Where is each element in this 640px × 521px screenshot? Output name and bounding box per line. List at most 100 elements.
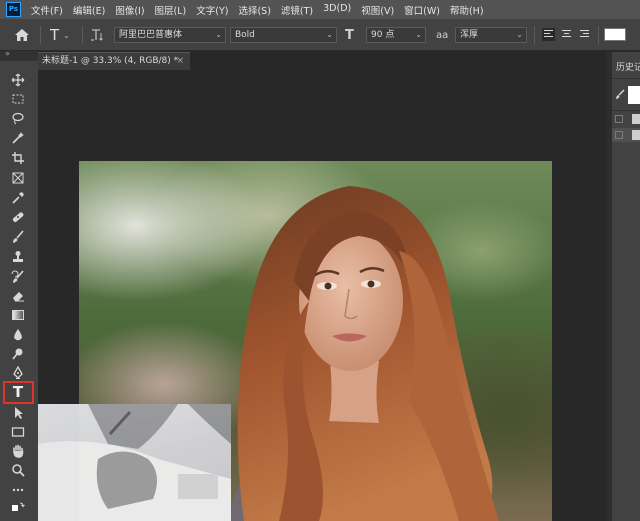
clone-stamp-tool[interactable]	[8, 248, 28, 266]
hand-tool[interactable]	[8, 442, 28, 460]
menu-item[interactable]: 窗口(W)	[399, 3, 445, 17]
dodge-icon	[12, 348, 23, 360]
toolbar-header[interactable]: »	[0, 49, 38, 61]
marquee-icon	[12, 94, 24, 104]
font-size-icon-glyph: T	[345, 27, 354, 43]
font-style-value: Bold	[235, 30, 255, 40]
color-swap-icon	[12, 502, 25, 511]
menu-item[interactable]: 文件(F)	[26, 3, 68, 17]
menu-items: 文件(F) 编辑(E) 图像(I) 图层(L) 文字(Y) 选择(S) 滤镜(T) 3D(D)…	[26, 3, 489, 17]
gradient-icon	[12, 310, 24, 320]
align-right-button[interactable]	[578, 28, 591, 41]
document-icon	[632, 130, 640, 140]
brush-tool[interactable]	[8, 228, 28, 246]
collapse-icon: »	[5, 49, 10, 58]
history-state-row[interactable]	[612, 128, 640, 142]
history-panel: 历史记	[612, 52, 640, 521]
move-tool[interactable]	[8, 71, 28, 89]
font-size-value: 90 点	[371, 30, 395, 40]
menu-item[interactable]: 视图(V)	[356, 3, 399, 17]
eraser-tool[interactable]	[8, 287, 28, 305]
marquee-tool[interactable]	[8, 90, 28, 108]
options-bar: T ⌄ 阿里巴巴普惠体 ⌄ Bold ⌄ T 90 点 ⌄ aa 浑厚 ⌄	[0, 19, 640, 51]
separator	[598, 26, 599, 44]
history-panel-title: 历史记	[616, 63, 640, 73]
chevron-down-icon: ⌄	[215, 30, 222, 39]
close-icon[interactable]: ×	[176, 53, 184, 69]
lasso-tool[interactable]	[8, 109, 28, 127]
chevron-down-icon: ⌄	[63, 30, 70, 40]
history-snapshot-thumbnail[interactable]	[628, 86, 640, 104]
frame-icon	[12, 172, 24, 184]
rectangle-tool[interactable]	[8, 423, 28, 441]
home-button[interactable]	[14, 19, 30, 51]
more-dots-icon	[12, 488, 24, 492]
font-family-value: 阿里巴巴普惠体	[119, 30, 183, 40]
pen-icon	[13, 365, 23, 379]
menu-item[interactable]: 选择(S)	[233, 3, 275, 17]
active-tool-highlight	[3, 381, 34, 404]
font-family-select[interactable]: 阿里巴巴普惠体 ⌄	[114, 27, 226, 43]
history-brush-tool[interactable]	[8, 268, 28, 286]
antialias-icon: aa	[436, 19, 448, 51]
tool-preset-picker[interactable]: T ⌄	[50, 19, 70, 51]
divider	[612, 110, 640, 111]
gradient-tool[interactable]	[8, 306, 28, 324]
checkbox[interactable]	[615, 131, 623, 139]
align-center-icon	[562, 30, 571, 39]
separator	[534, 26, 535, 44]
font-size-select[interactable]: 90 点 ⌄	[366, 27, 426, 43]
chevron-down-icon: ⌄	[326, 30, 333, 39]
arrow-cursor-icon	[15, 407, 23, 419]
align-center-button[interactable]	[560, 28, 573, 41]
text-orientation-icon	[91, 29, 103, 41]
lasso-icon	[12, 112, 24, 125]
document-icon	[632, 114, 640, 124]
antialias-select[interactable]: 浑厚 ⌄	[455, 27, 527, 43]
frame-tool[interactable]	[8, 169, 28, 187]
bandage-icon	[12, 212, 24, 222]
history-brush-source-icon[interactable]	[615, 89, 626, 103]
checkbox[interactable]	[615, 115, 623, 123]
menu-item[interactable]: 图像(I)	[110, 3, 149, 17]
toolbar: T	[0, 61, 38, 521]
toggle-orientation-button[interactable]	[90, 19, 104, 51]
zoom-tool[interactable]	[8, 461, 28, 479]
brush-icon	[13, 230, 24, 243]
document-tab-title: 未标题-1 @ 33.3% (4, RGB/8) *	[42, 56, 179, 66]
foreground-background-colors[interactable]	[8, 499, 28, 517]
menu-item[interactable]: 图层(L)	[150, 3, 192, 17]
healing-brush-tool[interactable]	[8, 208, 28, 226]
crop-tool[interactable]	[8, 149, 28, 167]
history-panel-tab[interactable]: 历史记	[612, 60, 640, 76]
menu-item[interactable]: 3D(D)	[318, 3, 356, 17]
type-tool-icon: T	[50, 26, 60, 44]
path-selection-tool[interactable]	[8, 404, 28, 422]
separator	[40, 26, 41, 44]
history-brush-icon	[11, 270, 24, 283]
menu-item[interactable]: 文字(Y)	[191, 3, 233, 17]
menu-item[interactable]: 编辑(E)	[68, 3, 110, 17]
dodge-tool[interactable]	[8, 345, 28, 363]
crop-icon	[12, 152, 24, 164]
menu-item[interactable]: 滤镜(T)	[276, 3, 318, 17]
chevron-down-icon: ⌄	[415, 30, 422, 39]
text-color-swatch[interactable]	[604, 28, 626, 41]
document-tab[interactable]: 未标题-1 @ 33.3% (4, RGB/8) * ×	[38, 52, 190, 70]
align-left-button[interactable]	[542, 28, 555, 41]
font-style-select[interactable]: Bold ⌄	[230, 27, 337, 43]
eyedropper-tool[interactable]	[8, 189, 28, 207]
home-icon	[15, 29, 29, 41]
quick-selection-tool[interactable]	[8, 129, 28, 147]
font-size-icon: T	[345, 19, 354, 51]
history-state-row[interactable]	[612, 112, 640, 126]
edit-toolbar-button[interactable]	[8, 481, 28, 499]
pen-tool[interactable]	[8, 364, 28, 382]
eyedropper-icon	[12, 192, 24, 204]
separator	[82, 26, 83, 44]
chevron-down-icon: ⌄	[516, 30, 523, 39]
photoshop-logo-icon: Ps	[6, 2, 21, 17]
menu-item[interactable]: 帮助(H)	[445, 3, 489, 17]
rectangle-icon	[11, 427, 25, 437]
blur-tool[interactable]	[8, 326, 28, 344]
